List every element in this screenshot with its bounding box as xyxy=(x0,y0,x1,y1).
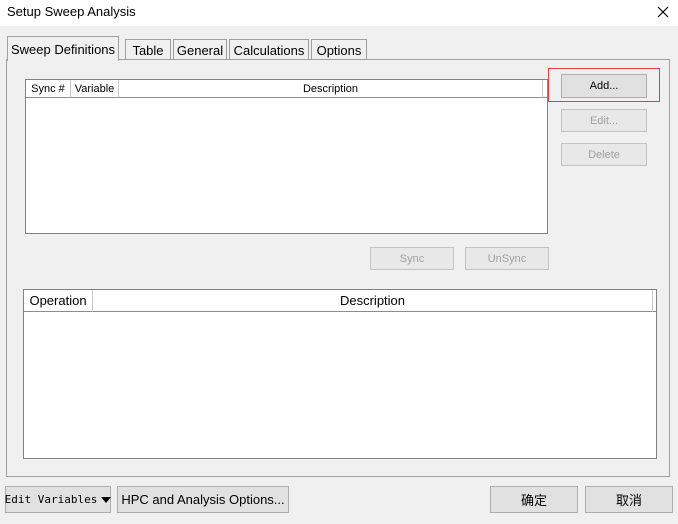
tab-sweep-definitions[interactable]: Sweep Definitions xyxy=(7,36,119,61)
ok-button[interactable]: 确定 xyxy=(490,486,578,513)
title-bar: Setup Sweep Analysis xyxy=(0,0,678,26)
delete-button[interactable]: Delete xyxy=(561,143,647,166)
window-title: Setup Sweep Analysis xyxy=(7,4,136,19)
column-header-variable[interactable]: Variable xyxy=(71,80,119,98)
tab-table[interactable]: Table xyxy=(125,39,171,60)
edit-button[interactable]: Edit... xyxy=(561,109,647,132)
sync-button[interactable]: Sync xyxy=(370,247,454,270)
cancel-button[interactable]: 取消 xyxy=(585,486,673,513)
tab-options[interactable]: Options xyxy=(311,39,367,60)
column-header-operation-description[interactable]: Description xyxy=(93,290,653,312)
column-header-sync[interactable]: Sync # xyxy=(26,80,71,98)
column-header-operation[interactable]: Operation xyxy=(24,290,93,312)
dropdown-arrow-icon xyxy=(101,496,112,503)
tab-calculations[interactable]: Calculations xyxy=(229,39,309,60)
close-icon xyxy=(657,6,669,18)
column-header-filler xyxy=(653,290,656,312)
hpc-options-button[interactable]: HPC and Analysis Options... xyxy=(117,486,289,513)
add-button[interactable]: Add... xyxy=(561,74,647,98)
tab-panel: Sync # Variable Description Add... Edit.… xyxy=(6,59,670,477)
close-button[interactable] xyxy=(648,0,678,24)
column-header-description[interactable]: Description xyxy=(119,80,543,98)
unsync-button[interactable]: UnSync xyxy=(465,247,549,270)
operation-list[interactable]: Operation Description xyxy=(23,289,657,459)
column-header-filler xyxy=(543,80,547,98)
tab-general[interactable]: General xyxy=(173,39,227,60)
edit-variables-label: Edit Variables xyxy=(4,493,98,506)
edit-variables-dropdown[interactable]: Edit Variables xyxy=(4,486,112,513)
sweep-list[interactable]: Sync # Variable Description xyxy=(25,79,548,234)
